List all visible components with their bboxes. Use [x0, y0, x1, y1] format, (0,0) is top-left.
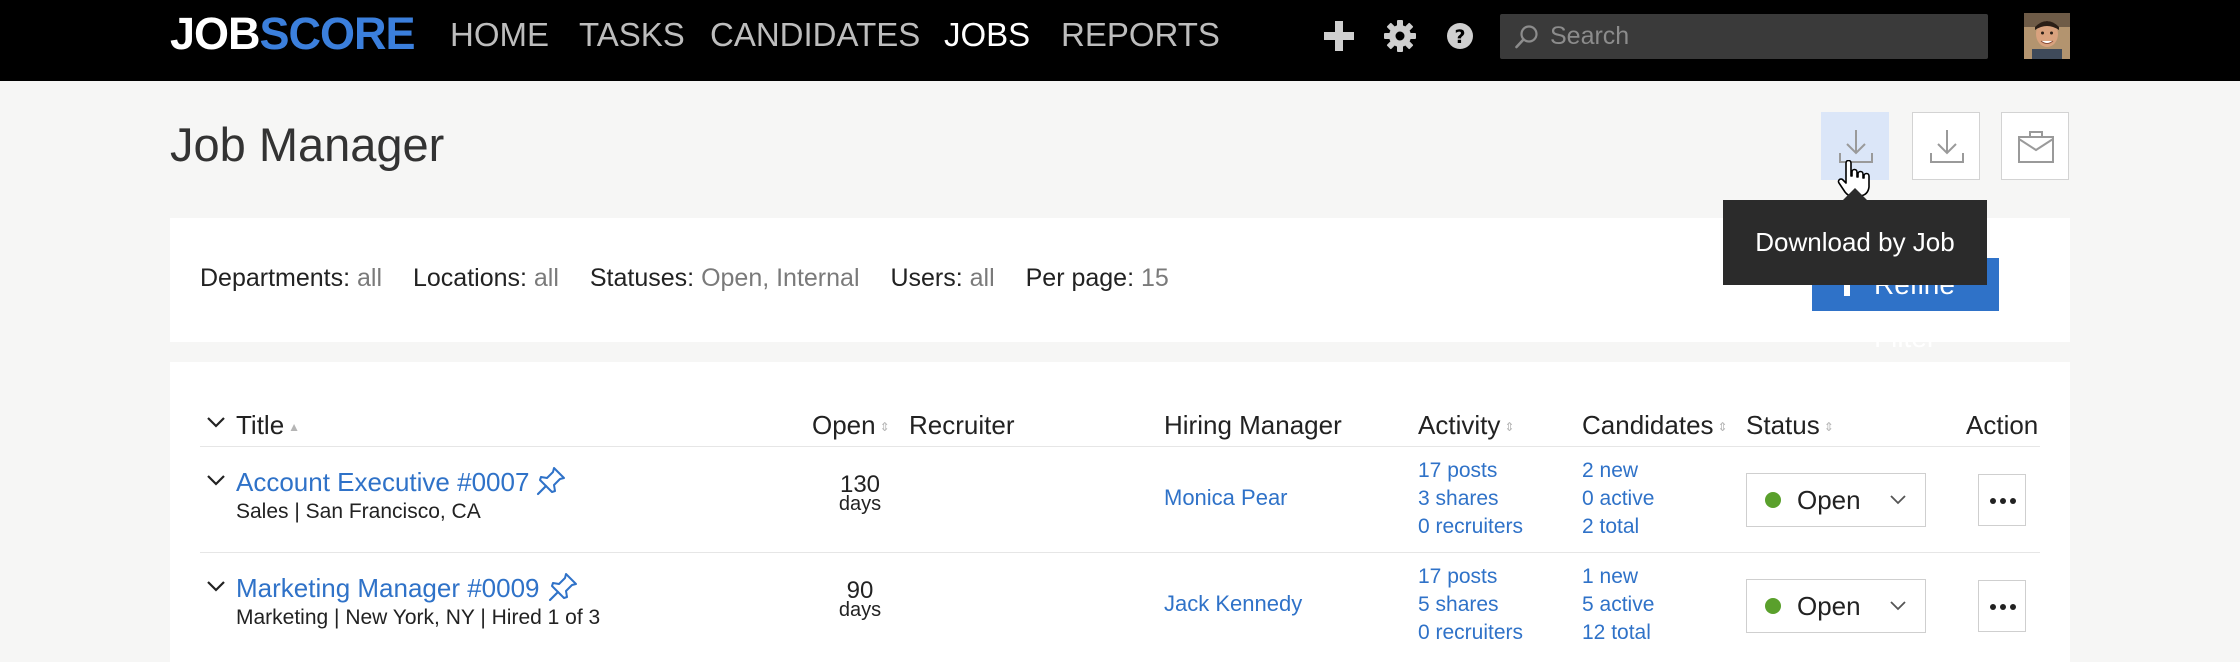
avatar-image — [2024, 13, 2070, 59]
download-icon — [1930, 130, 1964, 163]
search-box[interactable] — [1500, 14, 1988, 59]
download-button[interactable] — [1912, 112, 1980, 180]
briefcase-icon — [2018, 131, 2054, 163]
expand-row-chevron-icon[interactable] — [206, 579, 226, 593]
status-open-dot-icon — [1765, 492, 1781, 508]
filter-label-departments: Departments: — [200, 264, 351, 292]
column-header-recruiter: Recruiter — [909, 410, 1015, 440]
hiring-manager-link[interactable]: Jack Kennedy — [1164, 593, 1302, 615]
top-navbar: JOBSCORE HOME TASKS CANDIDATES JOBS REPO… — [0, 0, 2240, 81]
column-header-title[interactable]: Title ▲ — [236, 412, 300, 438]
nav-candidates[interactable]: CANDIDATES — [710, 18, 920, 51]
column-header-action: Action — [1966, 410, 2039, 440]
candidates-new-link[interactable]: 2 new — [1582, 460, 1638, 481]
page-title: Job Manager — [170, 118, 445, 171]
search-input[interactable] — [1550, 14, 1970, 59]
open-days-unit: days — [838, 599, 882, 621]
plus-icon[interactable] — [1322, 19, 1356, 53]
sort-icon: ⇕ — [1823, 420, 1834, 434]
filter-label-users: Users: — [890, 264, 963, 292]
filter-label-per-page: Per page: — [1025, 264, 1135, 292]
filter-label-locations: Locations: — [412, 264, 527, 292]
hiring-manager-link[interactable]: Monica Pear — [1164, 487, 1288, 509]
sort-icon: ⇕ — [1717, 420, 1728, 434]
nav-reports[interactable]: REPORTS — [1061, 18, 1220, 51]
sort-icon: ⇕ — [1504, 420, 1515, 434]
more-dots-icon — [1990, 604, 2016, 610]
chevron-down-icon — [1890, 495, 1906, 505]
candidates-new-link[interactable]: 1 new — [1582, 566, 1638, 587]
nav-jobs[interactable]: JOBS — [944, 18, 1030, 51]
table-row: Account Executive #0007 Sales | San Fran… — [170, 447, 2070, 553]
more-dots-icon — [1990, 498, 2016, 504]
expand-row-chevron-icon[interactable] — [206, 473, 226, 487]
row-actions-button[interactable] — [1978, 474, 2026, 526]
activity-shares-link[interactable]: 3 shares — [1418, 488, 1499, 509]
job-title-link[interactable]: Account Executive #0007 — [236, 469, 529, 495]
chevron-down-icon — [1890, 601, 1906, 611]
column-header-activity[interactable]: Activity ⇕ — [1418, 412, 1514, 438]
column-header-status[interactable]: Status ⇕ — [1746, 412, 1834, 438]
gear-icon[interactable] — [1383, 19, 1417, 53]
open-days-unit: days — [838, 493, 882, 515]
sort-icon: ⇕ — [879, 420, 890, 434]
row-actions-button[interactable] — [1978, 580, 2026, 632]
candidates-active-link[interactable]: 5 active — [1582, 594, 1654, 615]
nav-home[interactable]: HOME — [450, 18, 549, 51]
status-dropdown[interactable]: Open — [1746, 473, 1926, 527]
job-details: Marketing | New York, NY | Hired 1 of 3 — [236, 606, 601, 629]
column-header-candidates[interactable]: Candidates ⇕ — [1582, 412, 1728, 438]
search-icon — [1515, 25, 1538, 49]
activity-recruiters-link[interactable]: 0 recruiters — [1418, 516, 1523, 537]
status-open-dot-icon — [1765, 598, 1781, 614]
filter-value-per-page: 15 — [1140, 264, 1169, 292]
filter-label-statuses: Statuses: — [589, 264, 695, 292]
expand-all-chevron-icon[interactable] — [206, 415, 226, 429]
pin-icon[interactable] — [547, 571, 579, 603]
activity-posts-link[interactable]: 17 posts — [1418, 460, 1497, 481]
svg-text:?: ? — [1454, 26, 1465, 48]
jobscore-logo[interactable]: JOBSCORE — [170, 11, 416, 56]
status-dropdown[interactable]: Open — [1746, 579, 1926, 633]
pin-icon[interactable] — [535, 465, 567, 497]
filter-value-users: all — [969, 264, 995, 292]
new-job-button[interactable] — [2001, 112, 2069, 180]
candidates-total-link[interactable]: 2 total — [1582, 516, 1639, 537]
help-icon[interactable]: ? — [1443, 19, 1477, 53]
activity-posts-link[interactable]: 17 posts — [1418, 566, 1497, 587]
sort-icon: ▲ — [288, 420, 301, 434]
status-value: Open — [1797, 485, 1861, 515]
candidates-active-link[interactable]: 0 active — [1582, 488, 1654, 509]
filter-value-statuses: Open, Internal — [701, 264, 860, 292]
filter-value-departments: all — [357, 264, 383, 292]
status-value: Open — [1797, 591, 1861, 621]
filter-summary: Departments: all Locations: all Statuses… — [200, 266, 1193, 291]
activity-shares-link[interactable]: 5 shares — [1418, 594, 1499, 615]
table-row: Marketing Manager #0009 Marketing | New … — [170, 553, 2070, 659]
candidates-total-link[interactable]: 12 total — [1582, 622, 1651, 643]
column-header-open[interactable]: Open ⇕ — [812, 412, 890, 438]
user-avatar[interactable] — [2024, 13, 2070, 59]
column-header-hiring-manager: Hiring Manager — [1164, 410, 1342, 440]
activity-recruiters-link[interactable]: 0 recruiters — [1418, 622, 1523, 643]
tooltip-download-by-job: Download by Job — [1723, 188, 1987, 285]
jobs-table: Title ▲ Open ⇕ Recruiter Hiring Manager Ac… — [170, 362, 2070, 662]
filter-value-locations: all — [533, 264, 559, 292]
job-details: Sales | San Francisco, CA — [236, 500, 481, 523]
nav-tasks[interactable]: TASKS — [579, 18, 685, 51]
job-title-link[interactable]: Marketing Manager #0009 — [236, 575, 540, 601]
